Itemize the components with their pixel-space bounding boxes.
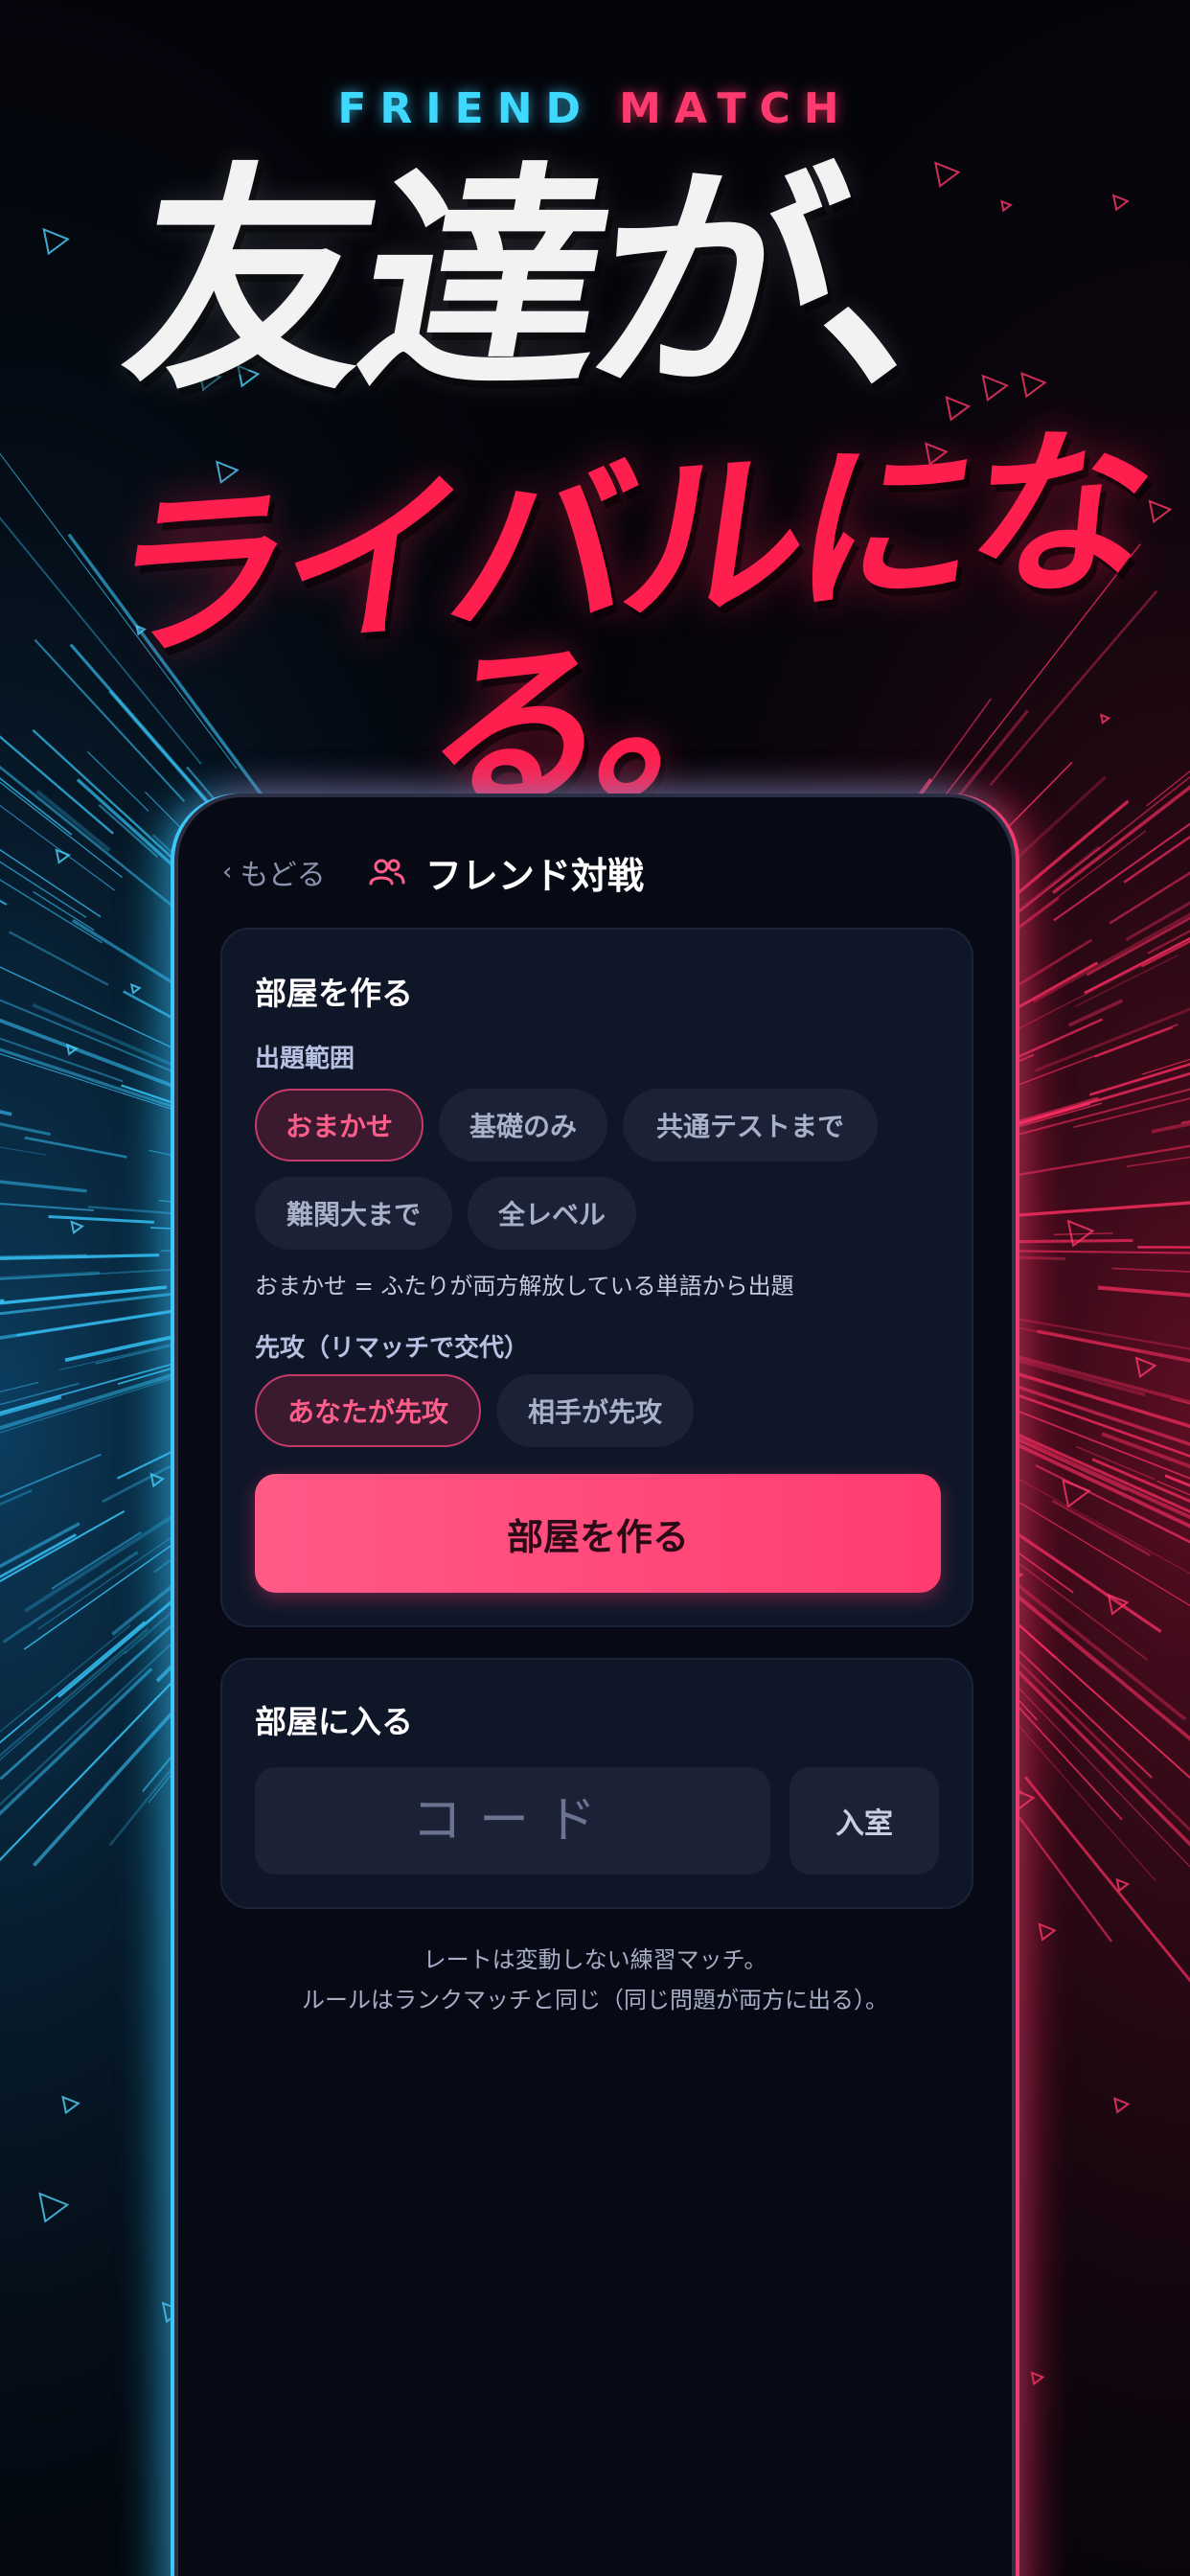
range-label: 出題範囲 [255, 1045, 355, 1073]
create-room-title: 部屋を作る [255, 975, 413, 1012]
hero-eyebrow: FRIEND MATCH [0, 84, 1190, 133]
footer-line-2: ルールはランクマッチと同じ（同じ問題が両方に出る）。 [302, 1987, 888, 2013]
top-bar: ‹ もどる フレンド対戦 [222, 843, 973, 901]
range-chip-basic[interactable]: 基礎のみ [439, 1089, 607, 1162]
turn-label: 先攻（リマッチで交代） [255, 1334, 530, 1363]
footer-line-1: レートは変動しない練習マッチ。 [423, 1946, 767, 1973]
create-room-button[interactable]: 部屋を作る [255, 1474, 941, 1593]
range-chip-all-levels[interactable]: 全レベル [468, 1177, 636, 1250]
screen-title: フレンド対戦 [424, 854, 644, 897]
eyebrow-match: MATCH [619, 84, 853, 133]
create-room-card: 部屋を作る 出題範囲 おまかせ 基礎のみ 共通テストまで 難関大まで 全レベル … [220, 928, 973, 1627]
range-note: おまかせ = ふたりが両方解放している単語から出題 [255, 1273, 794, 1300]
join-room-title: 部屋に入る [255, 1703, 413, 1740]
back-button[interactable]: ‹ もどる [222, 851, 326, 893]
range-chip-omakase[interactable]: おまかせ [255, 1089, 423, 1162]
users-icon [369, 859, 405, 886]
hero-headline-line1: 友達が、 [108, 143, 1082, 422]
enter-room-button[interactable]: 入室 [790, 1767, 939, 1874]
join-room-card: 部屋に入る 入室 [220, 1658, 973, 1909]
turn-chip-you-first[interactable]: あなたが先攻 [255, 1374, 481, 1447]
screen-title-group: フレンド対戦 [368, 846, 644, 899]
room-code-input[interactable] [255, 1767, 770, 1874]
footer-notes: レートは変動しない練習マッチ。 ルールはランクマッチと同じ（同じ問題が両方に出る… [178, 1940, 1012, 2020]
back-label: もどる [240, 859, 326, 892]
turn-chip-opponent-first[interactable]: 相手が先攻 [496, 1374, 694, 1447]
phone-mockup: ‹ もどる フレンド対戦 部屋を作る 出題範囲 おまかせ 基礎のみ 共通テストま… [174, 794, 1016, 2576]
eyebrow-friend: FRIEND [337, 84, 595, 133]
chevron-left-icon: ‹ [222, 858, 233, 886]
range-chip-common-test[interactable]: 共通テストまで [623, 1089, 878, 1162]
range-chip-difficult[interactable]: 難関大まで [255, 1177, 452, 1250]
